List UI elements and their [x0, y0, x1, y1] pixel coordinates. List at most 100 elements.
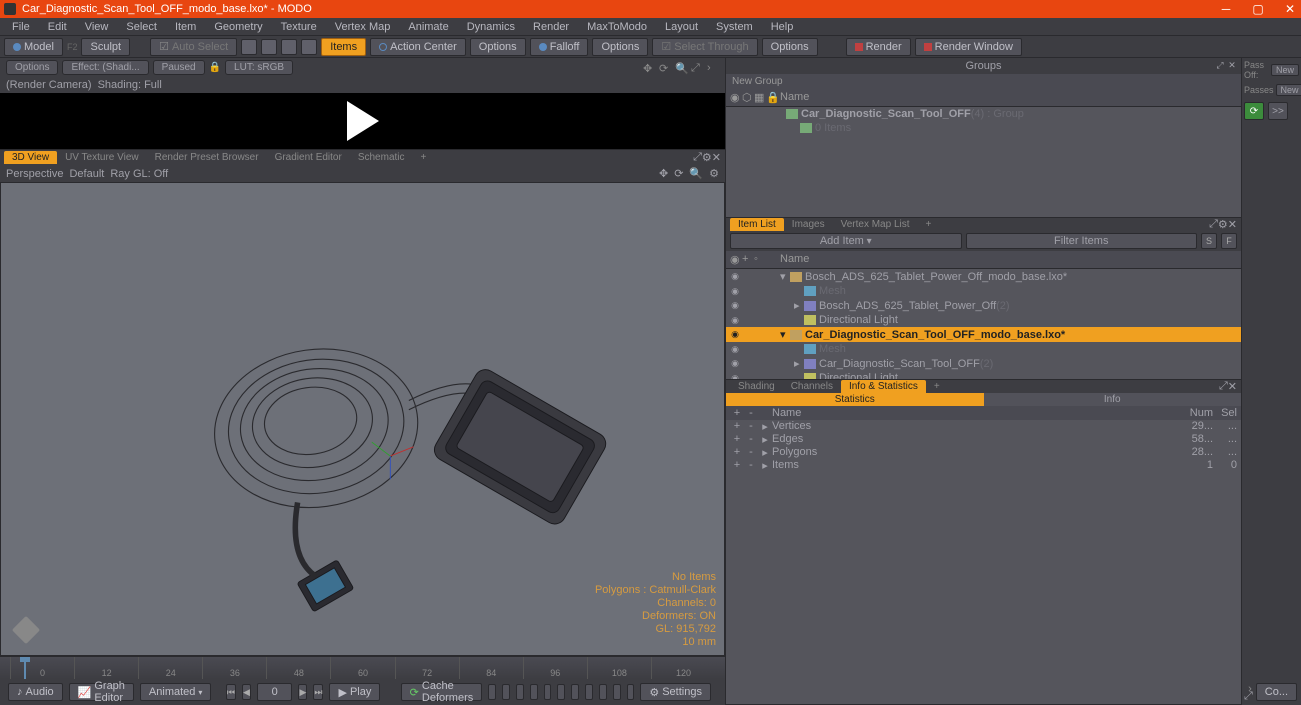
stats-row[interactable]: +-▸Vertices29......: [726, 420, 1241, 433]
item-row[interactable]: ◉Directional Light: [726, 371, 1241, 379]
render-col-icon[interactable]: 🔒: [766, 91, 776, 104]
vp-expand-icon[interactable]: ⤢: [693, 151, 702, 164]
group-row[interactable]: Car_Diagnostic_Scan_Tool_OFF (4) : Group: [726, 107, 1241, 121]
chevron-right-icon[interactable]: ›: [707, 62, 719, 74]
3d-viewport[interactable]: No Items Polygons : Catmull-Clark Channe…: [0, 182, 725, 656]
menu-dynamics[interactable]: Dynamics: [459, 20, 523, 34]
last-frame-button[interactable]: ⏭: [313, 684, 323, 700]
timeline[interactable]: 01224364860728496108120: [0, 657, 725, 679]
shading-dropdown[interactable]: Shading: Full: [98, 79, 162, 91]
vis-col-icon[interactable]: ◉: [730, 91, 740, 104]
axis-gizmo[interactable]: [11, 615, 41, 645]
first-frame-button[interactable]: ⏮: [226, 684, 236, 700]
vp-zoom-icon[interactable]: 🔍: [689, 167, 703, 180]
il-eye-col[interactable]: ◉: [730, 253, 740, 266]
preview-options[interactable]: Options: [6, 60, 58, 75]
info-tab-channels[interactable]: Channels: [783, 380, 841, 393]
audio-button[interactable]: ♪Audio: [8, 683, 63, 701]
anim-icn-6[interactable]: [557, 684, 565, 700]
prev-frame-button[interactable]: ◀: [242, 684, 251, 700]
current-frame-field[interactable]: 0: [257, 683, 292, 701]
vp-settings-icon[interactable]: ⚙: [709, 167, 719, 180]
preview-paused[interactable]: Paused: [153, 60, 205, 75]
item-row[interactable]: ◉▸Car_Diagnostic_Scan_Tool_OFF (2): [726, 356, 1241, 371]
select-tool-icon-2[interactable]: [261, 39, 277, 55]
anim-icn-7[interactable]: [571, 684, 579, 700]
menu-animate[interactable]: Animate: [400, 20, 456, 34]
minimize-button[interactable]: ─: [1219, 2, 1233, 16]
itemlist-gear-icon[interactable]: ⚙: [1218, 218, 1228, 231]
settings-button[interactable]: ⚙ Settings: [640, 683, 711, 701]
refresh-pass-button[interactable]: ⟳: [1244, 102, 1264, 120]
anim-mode-dropdown[interactable]: Animated ▾: [140, 683, 212, 701]
add-viewport-tab[interactable]: +: [413, 151, 435, 164]
vp-gear-icon[interactable]: ⚙: [702, 151, 712, 164]
info-close-icon[interactable]: ✕: [1228, 380, 1237, 393]
pass-off-new[interactable]: New: [1271, 64, 1299, 76]
next-frame-button[interactable]: ▶: [298, 684, 307, 700]
select-through-options[interactable]: Options: [762, 38, 818, 56]
falloff-button[interactable]: Falloff: [530, 38, 589, 56]
stats-row[interactable]: +-▸Polygons28......: [726, 446, 1241, 459]
anim-icn-3[interactable]: [516, 684, 524, 700]
item-row[interactable]: ◉▸Bosch_ADS_625_Tablet_Power_Off (2): [726, 298, 1241, 313]
vp-rotate-icon[interactable]: ⟳: [674, 167, 683, 180]
anim-icn-5[interactable]: [544, 684, 552, 700]
info-expand-icon[interactable]: ⤢: [1219, 380, 1228, 393]
anim-icn-1[interactable]: [488, 684, 496, 700]
auto-select-button[interactable]: ☑Auto Select: [150, 38, 237, 56]
itemlist-tab-item-list[interactable]: Item List: [730, 218, 784, 231]
groups-close-icon[interactable]: ✕: [1227, 60, 1237, 70]
lock-col-icon[interactable]: ⬡: [742, 91, 752, 104]
menu-geometry[interactable]: Geometry: [206, 20, 270, 34]
filter-f-button[interactable]: F: [1221, 233, 1237, 249]
itemlist-expand-icon[interactable]: ⤢: [1209, 218, 1218, 231]
move-icon[interactable]: ✥: [643, 62, 655, 74]
anim-icn-9[interactable]: [599, 684, 607, 700]
add-itemlist-tab[interactable]: +: [918, 218, 940, 231]
co-button[interactable]: Co...: [1256, 683, 1297, 701]
render-window-button[interactable]: Render Window: [915, 38, 1022, 56]
statistics-tab[interactable]: Statistics: [726, 393, 984, 406]
itemlist-tab-vertex-map-list[interactable]: Vertex Map List: [833, 218, 918, 231]
render-camera-dropdown[interactable]: (Render Camera): [6, 79, 92, 91]
menu-help[interactable]: Help: [763, 20, 802, 34]
stats-row[interactable]: +-▸Items10: [726, 459, 1241, 472]
close-button[interactable]: ✕: [1283, 2, 1297, 16]
menu-layout[interactable]: Layout: [657, 20, 706, 34]
playhead[interactable]: [24, 657, 26, 679]
itemlist-close-icon[interactable]: ✕: [1228, 218, 1237, 231]
perspective-dropdown[interactable]: Perspective: [6, 168, 63, 180]
item-row[interactable]: ◉Directional Light: [726, 313, 1241, 327]
new-group-button[interactable]: New Group: [726, 74, 1241, 89]
menu-file[interactable]: File: [4, 20, 38, 34]
item-row[interactable]: ◉▾Bosch_ADS_625_Tablet_Power_Off_modo_ba…: [726, 269, 1241, 284]
info-tab[interactable]: Info: [984, 393, 1242, 406]
action-center-options[interactable]: Options: [470, 38, 526, 56]
viewport-tab-render-preset-browser[interactable]: Render Preset Browser: [147, 151, 267, 164]
item-row[interactable]: ◉▾Car_Diagnostic_Scan_Tool_OFF_modo_base…: [726, 327, 1241, 342]
filter-s-button[interactable]: S: [1201, 233, 1217, 249]
select-tool-icon-3[interactable]: [281, 39, 297, 55]
menu-edit[interactable]: Edit: [40, 20, 75, 34]
menu-view[interactable]: View: [77, 20, 117, 34]
action-center-button[interactable]: Action Center: [370, 38, 466, 56]
preview-lut[interactable]: LUT: sRGB: [225, 60, 293, 75]
add-item-dropdown[interactable]: Add Item ▾: [730, 233, 962, 249]
render-preview[interactable]: [0, 93, 725, 149]
render-button[interactable]: Render: [846, 38, 911, 56]
group-row[interactable]: 0 Items: [726, 121, 1241, 135]
item-row[interactable]: ◉Mesh: [726, 342, 1241, 356]
info-tab-info-statistics[interactable]: Info & Statistics: [841, 380, 926, 393]
itemlist-tab-images[interactable]: Images: [784, 218, 833, 231]
add-info-tab[interactable]: +: [926, 380, 948, 393]
viewport-tab-3d-view[interactable]: 3D View: [4, 151, 57, 164]
filter-items-field[interactable]: Filter Items: [966, 233, 1198, 249]
cache-deformers-button[interactable]: ⟳Cache Deformers: [401, 683, 483, 701]
br-chevron-icon[interactable]: ›: [1248, 683, 1252, 701]
anim-icn-4[interactable]: [530, 684, 538, 700]
refresh-icon[interactable]: ⟳: [659, 62, 671, 74]
forward-pass-button[interactable]: >>: [1268, 102, 1288, 120]
stats-row[interactable]: +-▸Edges58......: [726, 433, 1241, 446]
viewport-tab-gradient-editor[interactable]: Gradient Editor: [267, 151, 350, 164]
